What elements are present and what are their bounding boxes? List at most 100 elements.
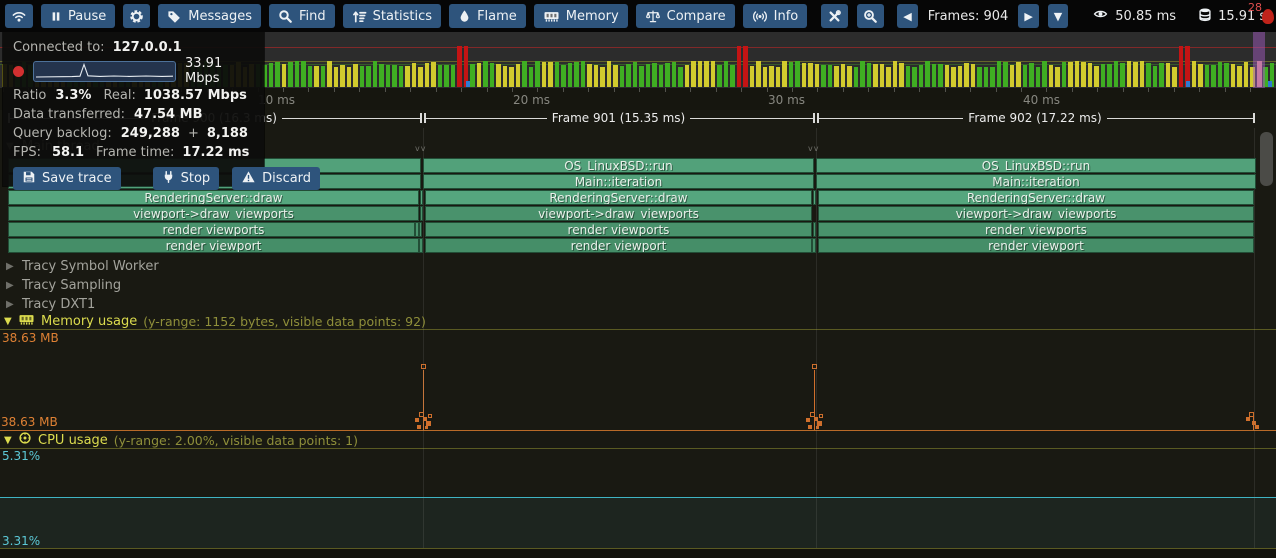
frame-bar[interactable] (1049, 65, 1054, 87)
frame-bar[interactable] (1023, 65, 1028, 87)
frame-bar[interactable] (1244, 62, 1249, 87)
frame-bar[interactable] (496, 64, 501, 87)
frame-bar[interactable] (984, 67, 989, 87)
frame-bar-slow[interactable] (457, 46, 462, 87)
frame-bar[interactable] (1075, 61, 1080, 87)
frame-bar[interactable] (750, 66, 755, 87)
frame-bar[interactable] (802, 63, 807, 87)
frame-bar[interactable] (821, 65, 826, 87)
frame-bar[interactable] (873, 64, 878, 87)
frame-bar[interactable] (366, 66, 371, 87)
frame-bar[interactable] (490, 63, 495, 87)
frame-bar[interactable] (269, 63, 274, 87)
frame-bar[interactable] (431, 62, 436, 87)
zone-renderingserver-draw[interactable]: RenderingServer::draw (425, 190, 812, 205)
frame-span[interactable]: Frame 902 (17.22 ms) (817, 111, 1253, 125)
frame-bar[interactable] (795, 61, 800, 87)
frame-bar[interactable] (555, 62, 560, 87)
alert-flame-icon[interactable] (1262, 9, 1274, 24)
zone-sliver[interactable] (419, 238, 423, 253)
zone-viewport-draw-viewports[interactable]: viewport->draw_viewports (8, 206, 419, 221)
frame-bar[interactable] (1055, 67, 1060, 87)
frame-bar[interactable] (373, 61, 378, 87)
zone-sliver[interactable] (414, 222, 416, 237)
cpu-plot-header[interactable]: ▼ CPU usage (y-range: 2.00%, visible dat… (4, 432, 358, 448)
frame-bar[interactable] (353, 64, 358, 87)
zone-renderingserver-draw[interactable]: RenderingServer::draw (8, 190, 419, 205)
frame-bar[interactable] (847, 66, 852, 87)
frame-bar[interactable] (594, 65, 599, 87)
frame-bar[interactable] (405, 66, 410, 87)
frame-bar[interactable] (951, 67, 956, 87)
frame-bar[interactable] (1192, 61, 1197, 87)
toolbar-button-memory[interactable]: Memory (534, 4, 628, 28)
frame-bar[interactable] (704, 61, 709, 87)
frame-bar[interactable] (977, 67, 982, 87)
frame-bar[interactable] (503, 66, 508, 87)
frame-bar[interactable] (1159, 63, 1164, 87)
frame-bar[interactable] (561, 65, 566, 87)
memory-data-point[interactable] (806, 418, 810, 422)
frame-bar[interactable] (1068, 62, 1073, 87)
frame-bar[interactable] (282, 64, 287, 87)
frame-bar[interactable] (1062, 62, 1067, 87)
frame-bar[interactable] (672, 62, 677, 87)
frame-bar[interactable] (659, 65, 664, 87)
frame-bar[interactable] (477, 63, 482, 87)
frame-bar[interactable] (698, 61, 703, 87)
frame-bar[interactable] (379, 64, 384, 87)
frame-bar[interactable] (867, 63, 872, 87)
frame-bar[interactable] (334, 67, 339, 87)
memory-data-point[interactable] (819, 414, 823, 418)
frame-bar[interactable] (1016, 62, 1021, 87)
frame-bar[interactable] (1224, 63, 1229, 87)
zone-render-viewports[interactable]: render viewports (818, 222, 1254, 237)
frame-bar[interactable] (295, 61, 300, 87)
memory-data-point[interactable] (425, 426, 428, 429)
frame-bar[interactable] (548, 62, 553, 87)
frame-bar[interactable] (678, 67, 683, 87)
frame-bar[interactable] (327, 61, 332, 87)
frame-bar[interactable] (568, 63, 573, 87)
frame-bar[interactable] (340, 65, 345, 87)
frame-bar[interactable] (444, 65, 449, 87)
frame-bar[interactable] (717, 65, 722, 87)
frame-bar[interactable] (626, 64, 631, 87)
memory-data-point[interactable] (417, 425, 421, 429)
collapse-arrow-icon[interactable]: ▼ (4, 435, 12, 446)
frame-bar[interactable] (1146, 63, 1151, 87)
discard-button[interactable]: Discard (232, 167, 320, 190)
frame-bar[interactable] (347, 67, 352, 87)
frame-bar[interactable] (789, 62, 794, 87)
frame-bar[interactable] (399, 66, 404, 87)
frame-span[interactable]: Frame 901 (15.35 ms) (424, 111, 813, 125)
frame-bar[interactable] (535, 61, 540, 87)
thread-row-tracy-sampling[interactable]: ▶ Tracy Sampling (6, 276, 121, 294)
frame-bar[interactable] (321, 66, 326, 87)
frame-bar[interactable] (808, 63, 813, 87)
frame-bar[interactable] (1140, 61, 1145, 87)
frame-bar[interactable] (1029, 63, 1034, 87)
zone-sliver[interactable] (813, 190, 816, 205)
frame-bar[interactable] (769, 66, 774, 87)
frame-bar[interactable] (1237, 66, 1242, 87)
frame-bar-slow[interactable] (743, 46, 748, 87)
frame-bar[interactable] (522, 61, 527, 87)
frame-bar[interactable] (301, 61, 306, 87)
toolbar-button-settings[interactable] (123, 4, 150, 28)
frame-bar[interactable] (633, 62, 638, 87)
frame-bar[interactable] (587, 64, 592, 87)
frame-next-button[interactable]: ▶ (1018, 4, 1038, 28)
frame-bar[interactable] (860, 61, 865, 87)
toolbar-button-messages[interactable]: Messages (158, 4, 261, 28)
memory-data-point[interactable] (415, 418, 419, 422)
frame-bar[interactable] (854, 67, 859, 87)
frame-bar[interactable] (574, 62, 579, 87)
zone-main-iteration[interactable]: Main::iteration (816, 174, 1256, 189)
frame-bar[interactable] (607, 61, 612, 87)
frame-bar[interactable] (841, 64, 846, 87)
frame-bar[interactable] (600, 67, 605, 87)
frame-bar[interactable] (483, 61, 488, 87)
frame-bar[interactable] (997, 61, 1002, 87)
frame-bar[interactable] (1094, 66, 1099, 87)
